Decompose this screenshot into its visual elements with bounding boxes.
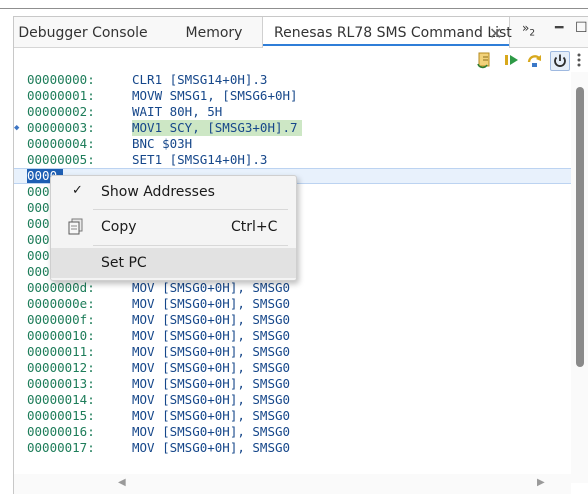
checkmark-icon: ✓ (72, 183, 83, 198)
top-divider (0, 8, 588, 9)
row-instruction: MOV [SMSG0+0H], SMSG0 (132, 408, 291, 423)
refresh-icon[interactable] (476, 51, 494, 69)
listing-row[interactable]: 00000002: WAIT 80H, 5H (14, 104, 572, 120)
row-address: 00000010: (27, 328, 95, 343)
row-instruction: BNC $03H (132, 136, 193, 151)
row-address: 00000000: (27, 72, 95, 87)
pc-arrow-icon: ◆ (14, 123, 20, 133)
row-instruction: MOV [SMSG0+0H], SMSG0 (132, 328, 291, 343)
row-instruction: MOV [SMSG0+0H], SMSG0 (132, 424, 291, 439)
listing-row[interactable]: 00000000: CLR1 [SMSG14+0H].3 (14, 72, 572, 88)
listing-row[interactable]: 00000017: MOV [SMSG0+0H], SMSG0 (14, 440, 572, 456)
row-address: 00000003: (27, 120, 95, 135)
row-address: 00000014: (27, 392, 95, 407)
vertical-scrollbar[interactable] (571, 72, 588, 483)
horizontal-scrollbar[interactable]: ◀ ▶ (14, 474, 571, 494)
row-instruction: MOVW SMSG1, [SMSG6+0H] (132, 88, 298, 103)
tab-label: Memory (185, 25, 243, 41)
row-instruction: MOV [SMSG0+0H], SMSG0 (132, 440, 291, 455)
power-toggle-icon[interactable] (550, 51, 570, 71)
row-instruction: MOV [SMSG0+0H], SMSG0 (132, 360, 291, 375)
row-address: 00000012: (27, 360, 95, 375)
vertical-scroll-thumb[interactable] (576, 87, 584, 367)
row-instruction: MOV [SMSG0+0H], SMSG0 (132, 344, 291, 359)
listing-row[interactable]: 00000016: MOV [SMSG0+0H], SMSG0 (14, 424, 572, 440)
maximize-icon[interactable]: ☐ (575, 20, 588, 36)
row-address: 0000000d: (27, 280, 95, 295)
listing-row[interactable]: 00000012: MOV [SMSG0+0H], SMSG0 (14, 360, 572, 376)
row-address: 0000000f: (27, 312, 95, 327)
tab-label: Debugger Console (18, 25, 148, 41)
listing-row[interactable]: 0000000d: MOV [SMSG0+0H], SMSG0 (14, 280, 572, 296)
tab-overflow-button[interactable]: »2 (522, 21, 535, 38)
row-address: 00000015: (27, 408, 95, 423)
row-address: 00000002: (27, 104, 95, 119)
listing-row[interactable]: ◆ 00000003: MOV1 SCY, [SMSG3+0H].7 (14, 120, 572, 136)
row-instruction: MOV [SMSG0+0H], SMSG0 (132, 312, 291, 327)
listing-row[interactable]: 00000011: MOV [SMSG0+0H], SMSG0 (14, 344, 572, 360)
context-menu: ✓ Show Addresses Copy Ctrl+C Set PC (50, 175, 297, 281)
row-address: 00000013: (27, 376, 95, 391)
menu-separator (93, 209, 288, 210)
scroll-left-icon[interactable]: ◀ (118, 477, 126, 488)
listing-row[interactable]: 0000000f: MOV [SMSG0+0H], SMSG0 (14, 312, 572, 328)
row-address: 00000001: (27, 88, 95, 103)
row-instruction: CLR1 [SMSG14+0H].3 (132, 72, 268, 87)
row-address: 00000011: (27, 344, 95, 359)
copy-icon (68, 218, 84, 239)
minimize-icon[interactable]: ━ (555, 20, 563, 36)
resume-icon[interactable] (503, 51, 521, 69)
listing-row[interactable]: 0000000e: MOV [SMSG0+0H], SMSG0 (14, 296, 572, 312)
row-instruction: MOV [SMSG0+0H], SMSG0 (132, 280, 291, 295)
menu-item-set-pc[interactable]: Set PC (51, 248, 296, 278)
listing-row[interactable]: 00000004: BNC $03H (14, 136, 572, 152)
step-over-icon[interactable] (526, 51, 544, 69)
row-address: 00000004: (27, 136, 95, 151)
menu-item-label: Show Addresses (101, 184, 215, 200)
row-address: 00000017: (27, 440, 95, 455)
row-instruction: MOV [SMSG0+0H], SMSG0 (132, 296, 291, 311)
tab-bar: Debugger Console Memory Renesas RL78 SMS… (14, 17, 588, 48)
row-instruction: MOV1 SCY, [SMSG3+0H].7 (132, 120, 302, 136)
view-menu-icon[interactable] (573, 51, 585, 69)
row-instruction: SET1 [SMSG14+0H].3 (132, 152, 268, 167)
menu-item-shortcut: Ctrl+C (231, 219, 278, 235)
listing-row[interactable]: 00000010: MOV [SMSG0+0H], SMSG0 (14, 328, 572, 344)
menu-separator (93, 245, 288, 246)
tab-sms-command-list[interactable]: Renesas RL78 SMS Command List ✕ (262, 17, 512, 48)
view-toolbar (14, 48, 588, 72)
menu-item-show-addresses[interactable]: ✓ Show Addresses (51, 177, 296, 207)
row-instruction: MOV [SMSG0+0H], SMSG0 (132, 376, 291, 391)
listing-row[interactable]: 00000001: MOVW SMSG1, [SMSG6+0H] (14, 88, 572, 104)
row-address: 00000016: (27, 424, 95, 439)
row-address: 00000005: (27, 152, 95, 167)
listing-row[interactable]: 00000014: MOV [SMSG0+0H], SMSG0 (14, 392, 572, 408)
scroll-right-icon[interactable]: ▶ (537, 477, 545, 488)
row-address: 0000000e: (27, 296, 95, 311)
row-instruction: WAIT 80H, 5H (132, 104, 223, 119)
listing-row[interactable]: 00000013: MOV [SMSG0+0H], SMSG0 (14, 376, 572, 392)
row-instruction: MOV [SMSG0+0H], SMSG0 (132, 392, 291, 407)
menu-item-label: Copy (101, 219, 137, 235)
menu-item-label: Set PC (101, 255, 147, 271)
menu-item-copy[interactable]: Copy Ctrl+C (51, 212, 296, 242)
listing-row[interactable]: 00000005: SET1 [SMSG14+0H].3 (14, 152, 572, 168)
tab-debugger-console[interactable]: Debugger Console (14, 17, 152, 47)
active-tab-indicator (263, 44, 509, 46)
tab-memory[interactable]: Memory (174, 17, 254, 47)
overflow-count: 2 (529, 28, 536, 39)
listing-row[interactable]: 00000015: MOV [SMSG0+0H], SMSG0 (14, 408, 572, 424)
